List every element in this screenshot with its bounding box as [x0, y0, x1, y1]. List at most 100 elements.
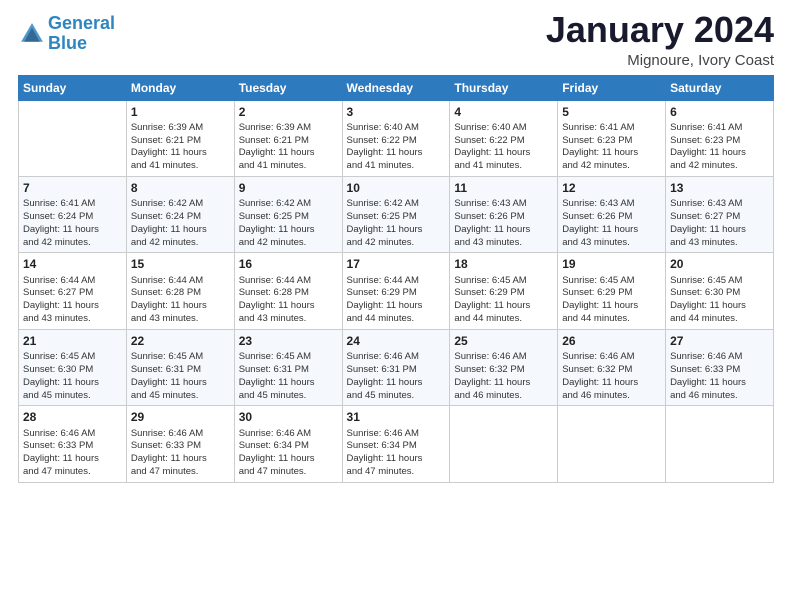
day-info: Sunrise: 6:46 AM Sunset: 6:34 PM Dayligh…: [347, 428, 446, 479]
day-number: 6: [670, 104, 769, 120]
day-number: 1: [131, 104, 230, 120]
calendar-cell: 13 Sunrise: 6:43 AM Sunset: 6:27 PM Dayli…: [666, 177, 774, 253]
day-info: Sunrise: 6:45 AM Sunset: 6:29 PM Dayligh…: [454, 275, 553, 326]
day-info: Sunrise: 6:40 AM Sunset: 6:22 PM Dayligh…: [454, 122, 553, 173]
calendar-cell: 21 Sunrise: 6:45 AM Sunset: 6:30 PM Dayli…: [19, 329, 127, 405]
day-number: 21: [23, 333, 122, 349]
logo-line1: General: [48, 14, 115, 34]
day-info: Sunrise: 6:45 AM Sunset: 6:30 PM Dayligh…: [670, 275, 769, 326]
day-info: Sunrise: 6:39 AM Sunset: 6:21 PM Dayligh…: [131, 122, 230, 173]
day-number: 13: [670, 180, 769, 196]
day-info: Sunrise: 6:44 AM Sunset: 6:28 PM Dayligh…: [131, 275, 230, 326]
calendar-cell: 31Sunrise: 6:46 AM Sunset: 6:34 PM Dayli…: [342, 406, 450, 482]
day-info: Sunrise: 6:43 AM Sunset: 6:26 PM Dayligh…: [454, 198, 553, 249]
logo-icon: [18, 20, 46, 48]
calendar-cell: 14 Sunrise: 6:44 AM Sunset: 6:27 PM Dayli…: [19, 253, 127, 329]
calendar-cell: 22 Sunrise: 6:45 AM Sunset: 6:31 PM Dayli…: [126, 329, 234, 405]
day-info: Sunrise: 6:41 AM Sunset: 6:24 PM Dayligh…: [23, 198, 122, 249]
calendar-cell: 20Sunrise: 6:45 AM Sunset: 6:30 PM Dayli…: [666, 253, 774, 329]
day-info: Sunrise: 6:46 AM Sunset: 6:33 PM Dayligh…: [670, 351, 769, 402]
calendar-cell: 29 Sunrise: 6:46 AM Sunset: 6:33 PM Dayli…: [126, 406, 234, 482]
calendar-cell: 27 Sunrise: 6:46 AM Sunset: 6:33 PM Dayli…: [666, 329, 774, 405]
day-number: 17: [347, 256, 446, 272]
day-number: 28: [23, 409, 122, 425]
day-number: 27: [670, 333, 769, 349]
day-number: 2: [239, 104, 338, 120]
day-number: 15: [131, 256, 230, 272]
calendar-cell: [19, 100, 127, 176]
col-header-thursday: Thursday: [450, 75, 558, 100]
day-info: Sunrise: 6:39 AM Sunset: 6:21 PM Dayligh…: [239, 122, 338, 173]
day-info: Sunrise: 6:40 AM Sunset: 6:22 PM Dayligh…: [347, 122, 446, 173]
day-info: Sunrise: 6:43 AM Sunset: 6:26 PM Dayligh…: [562, 198, 661, 249]
calendar-cell: 28Sunrise: 6:46 AM Sunset: 6:33 PM Dayli…: [19, 406, 127, 482]
day-number: 7: [23, 180, 122, 196]
calendar-cell: 17Sunrise: 6:44 AM Sunset: 6:29 PM Dayli…: [342, 253, 450, 329]
calendar-cell: 19Sunrise: 6:45 AM Sunset: 6:29 PM Dayli…: [558, 253, 666, 329]
subtitle: Mignoure, Ivory Coast: [546, 52, 774, 69]
month-title: January 2024: [546, 10, 774, 50]
calendar-cell: 18Sunrise: 6:45 AM Sunset: 6:29 PM Dayli…: [450, 253, 558, 329]
day-info: Sunrise: 6:42 AM Sunset: 6:25 PM Dayligh…: [239, 198, 338, 249]
week-row-1: 1 Sunrise: 6:39 AM Sunset: 6:21 PM Daylig…: [19, 100, 774, 176]
calendar-cell: 23 Sunrise: 6:45 AM Sunset: 6:31 PM Dayli…: [234, 329, 342, 405]
header-row: SundayMondayTuesdayWednesdayThursdayFrid…: [19, 75, 774, 100]
day-number: 30: [239, 409, 338, 425]
day-info: Sunrise: 6:41 AM Sunset: 6:23 PM Dayligh…: [670, 122, 769, 173]
day-info: Sunrise: 6:45 AM Sunset: 6:31 PM Dayligh…: [239, 351, 338, 402]
calendar-cell: [450, 406, 558, 482]
calendar-cell: 4 Sunrise: 6:40 AM Sunset: 6:22 PM Daylig…: [450, 100, 558, 176]
calendar-cell: 3 Sunrise: 6:40 AM Sunset: 6:22 PM Daylig…: [342, 100, 450, 176]
calendar-cell: 24 Sunrise: 6:46 AM Sunset: 6:31 PM Dayli…: [342, 329, 450, 405]
day-info: Sunrise: 6:46 AM Sunset: 6:32 PM Dayligh…: [562, 351, 661, 402]
calendar-cell: 15 Sunrise: 6:44 AM Sunset: 6:28 PM Dayli…: [126, 253, 234, 329]
calendar-cell: 11 Sunrise: 6:43 AM Sunset: 6:26 PM Dayli…: [450, 177, 558, 253]
day-info: Sunrise: 6:44 AM Sunset: 6:28 PM Dayligh…: [239, 275, 338, 326]
day-info: Sunrise: 6:45 AM Sunset: 6:29 PM Dayligh…: [562, 275, 661, 326]
day-info: Sunrise: 6:44 AM Sunset: 6:27 PM Dayligh…: [23, 275, 122, 326]
col-header-monday: Monday: [126, 75, 234, 100]
day-number: 24: [347, 333, 446, 349]
day-number: 23: [239, 333, 338, 349]
day-info: Sunrise: 6:45 AM Sunset: 6:31 PM Dayligh…: [131, 351, 230, 402]
logo-line2: Blue: [48, 34, 115, 54]
day-info: Sunrise: 6:46 AM Sunset: 6:34 PM Dayligh…: [239, 428, 338, 479]
col-header-sunday: Sunday: [19, 75, 127, 100]
logo: General Blue: [18, 14, 115, 54]
calendar-cell: 12Sunrise: 6:43 AM Sunset: 6:26 PM Dayli…: [558, 177, 666, 253]
day-number: 14: [23, 256, 122, 272]
calendar-cell: 6 Sunrise: 6:41 AM Sunset: 6:23 PM Daylig…: [666, 100, 774, 176]
calendar-cell: 25Sunrise: 6:46 AM Sunset: 6:32 PM Dayli…: [450, 329, 558, 405]
calendar-cell: 5 Sunrise: 6:41 AM Sunset: 6:23 PM Daylig…: [558, 100, 666, 176]
header: General Blue January 2024 Mignoure, Ivor…: [18, 10, 774, 69]
day-info: Sunrise: 6:46 AM Sunset: 6:32 PM Dayligh…: [454, 351, 553, 402]
calendar-cell: 7 Sunrise: 6:41 AM Sunset: 6:24 PM Daylig…: [19, 177, 127, 253]
calendar-cell: 2 Sunrise: 6:39 AM Sunset: 6:21 PM Daylig…: [234, 100, 342, 176]
day-info: Sunrise: 6:45 AM Sunset: 6:30 PM Dayligh…: [23, 351, 122, 402]
day-number: 16: [239, 256, 338, 272]
day-info: Sunrise: 6:46 AM Sunset: 6:33 PM Dayligh…: [131, 428, 230, 479]
page: General Blue January 2024 Mignoure, Ivor…: [0, 0, 792, 612]
day-info: Sunrise: 6:41 AM Sunset: 6:23 PM Dayligh…: [562, 122, 661, 173]
day-number: 4: [454, 104, 553, 120]
day-number: 11: [454, 180, 553, 196]
day-number: 26: [562, 333, 661, 349]
week-row-4: 21 Sunrise: 6:45 AM Sunset: 6:30 PM Dayli…: [19, 329, 774, 405]
day-info: Sunrise: 6:43 AM Sunset: 6:27 PM Dayligh…: [670, 198, 769, 249]
day-number: 3: [347, 104, 446, 120]
calendar-cell: 1 Sunrise: 6:39 AM Sunset: 6:21 PM Daylig…: [126, 100, 234, 176]
day-info: Sunrise: 6:46 AM Sunset: 6:31 PM Dayligh…: [347, 351, 446, 402]
calendar-cell: [666, 406, 774, 482]
calendar-cell: 26 Sunrise: 6:46 AM Sunset: 6:32 PM Dayli…: [558, 329, 666, 405]
day-number: 5: [562, 104, 661, 120]
calendar-cell: 16 Sunrise: 6:44 AM Sunset: 6:28 PM Dayli…: [234, 253, 342, 329]
week-row-3: 14 Sunrise: 6:44 AM Sunset: 6:27 PM Dayli…: [19, 253, 774, 329]
day-number: 22: [131, 333, 230, 349]
calendar-table: SundayMondayTuesdayWednesdayThursdayFrid…: [18, 75, 774, 483]
day-number: 29: [131, 409, 230, 425]
calendar-cell: 8Sunrise: 6:42 AM Sunset: 6:24 PM Daylig…: [126, 177, 234, 253]
day-number: 8: [131, 180, 230, 196]
week-row-2: 7 Sunrise: 6:41 AM Sunset: 6:24 PM Daylig…: [19, 177, 774, 253]
col-header-friday: Friday: [558, 75, 666, 100]
col-header-saturday: Saturday: [666, 75, 774, 100]
